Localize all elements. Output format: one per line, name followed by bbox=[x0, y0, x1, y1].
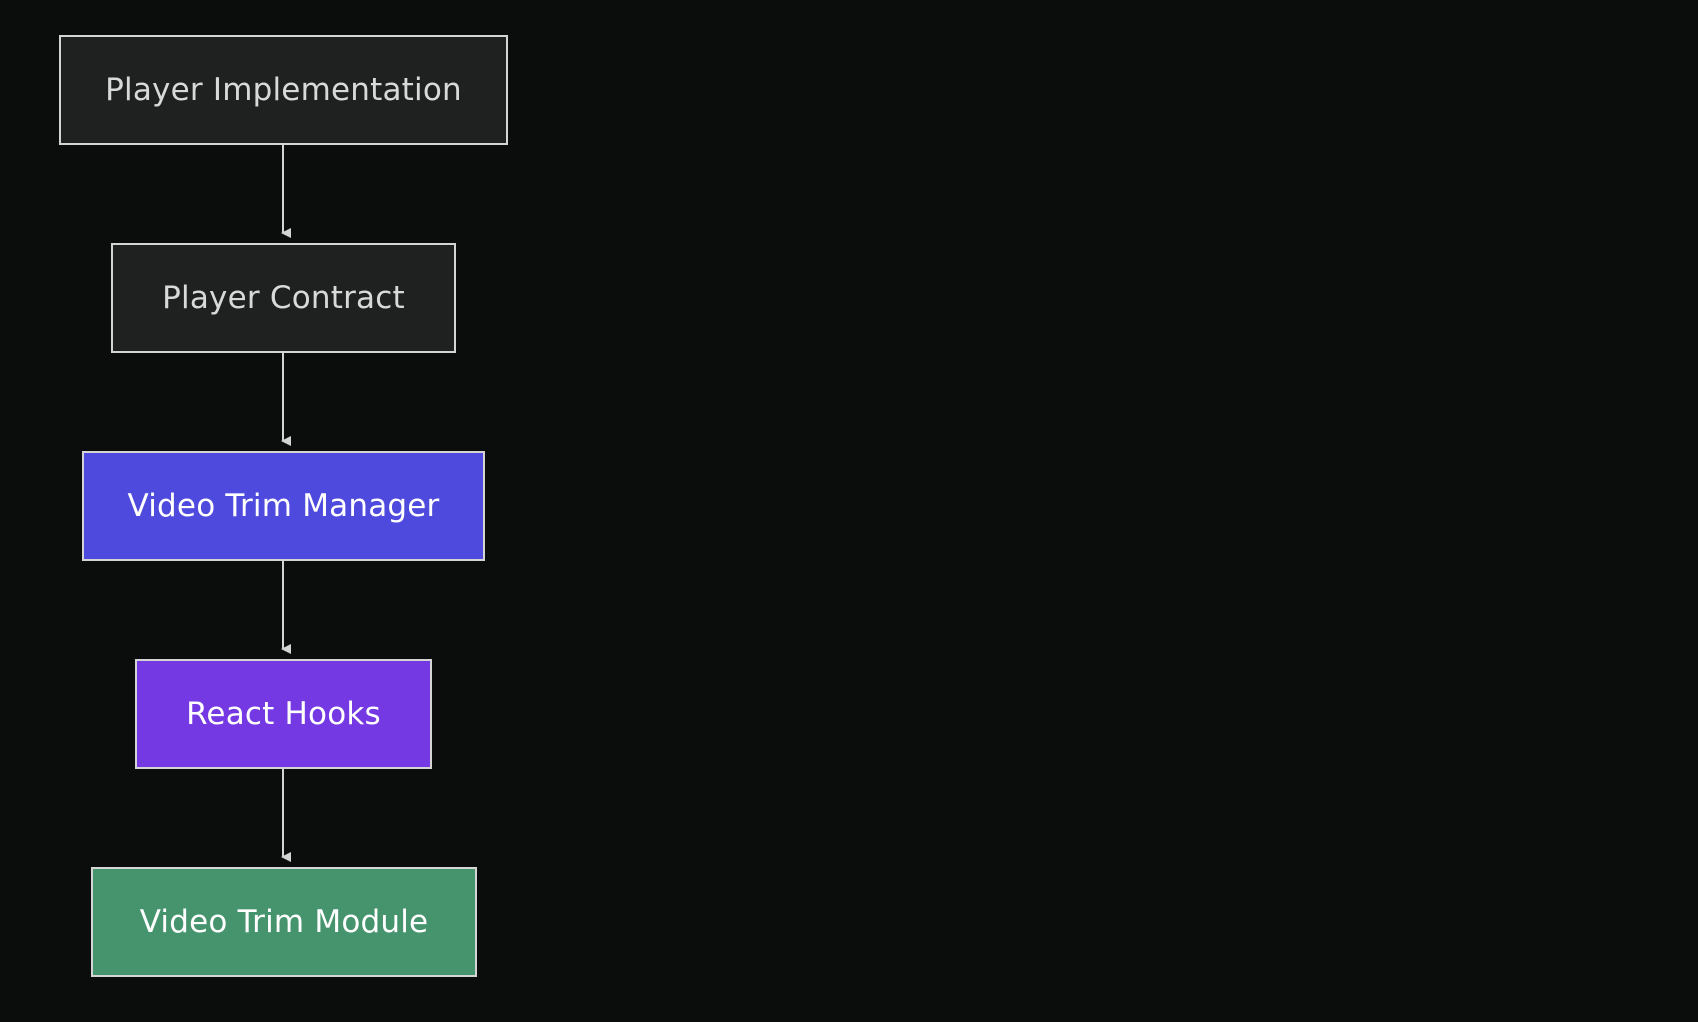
node-video-trim-module[interactable]: Video Trim Module bbox=[91, 867, 477, 977]
flowchart: Player Implementation Player Contract Vi… bbox=[0, 0, 1698, 1022]
node-player-contract[interactable]: Player Contract bbox=[111, 243, 456, 353]
node-label: Video Trim Manager bbox=[127, 488, 440, 524]
node-label: Video Trim Module bbox=[139, 904, 429, 940]
node-video-trim-manager[interactable]: Video Trim Manager bbox=[82, 451, 485, 561]
node-react-hooks[interactable]: React Hooks bbox=[135, 659, 432, 769]
node-label: React Hooks bbox=[186, 696, 381, 732]
node-label: Player Contract bbox=[162, 280, 405, 316]
node-label: Player Implementation bbox=[105, 72, 462, 108]
node-player-implementation[interactable]: Player Implementation bbox=[59, 35, 508, 145]
